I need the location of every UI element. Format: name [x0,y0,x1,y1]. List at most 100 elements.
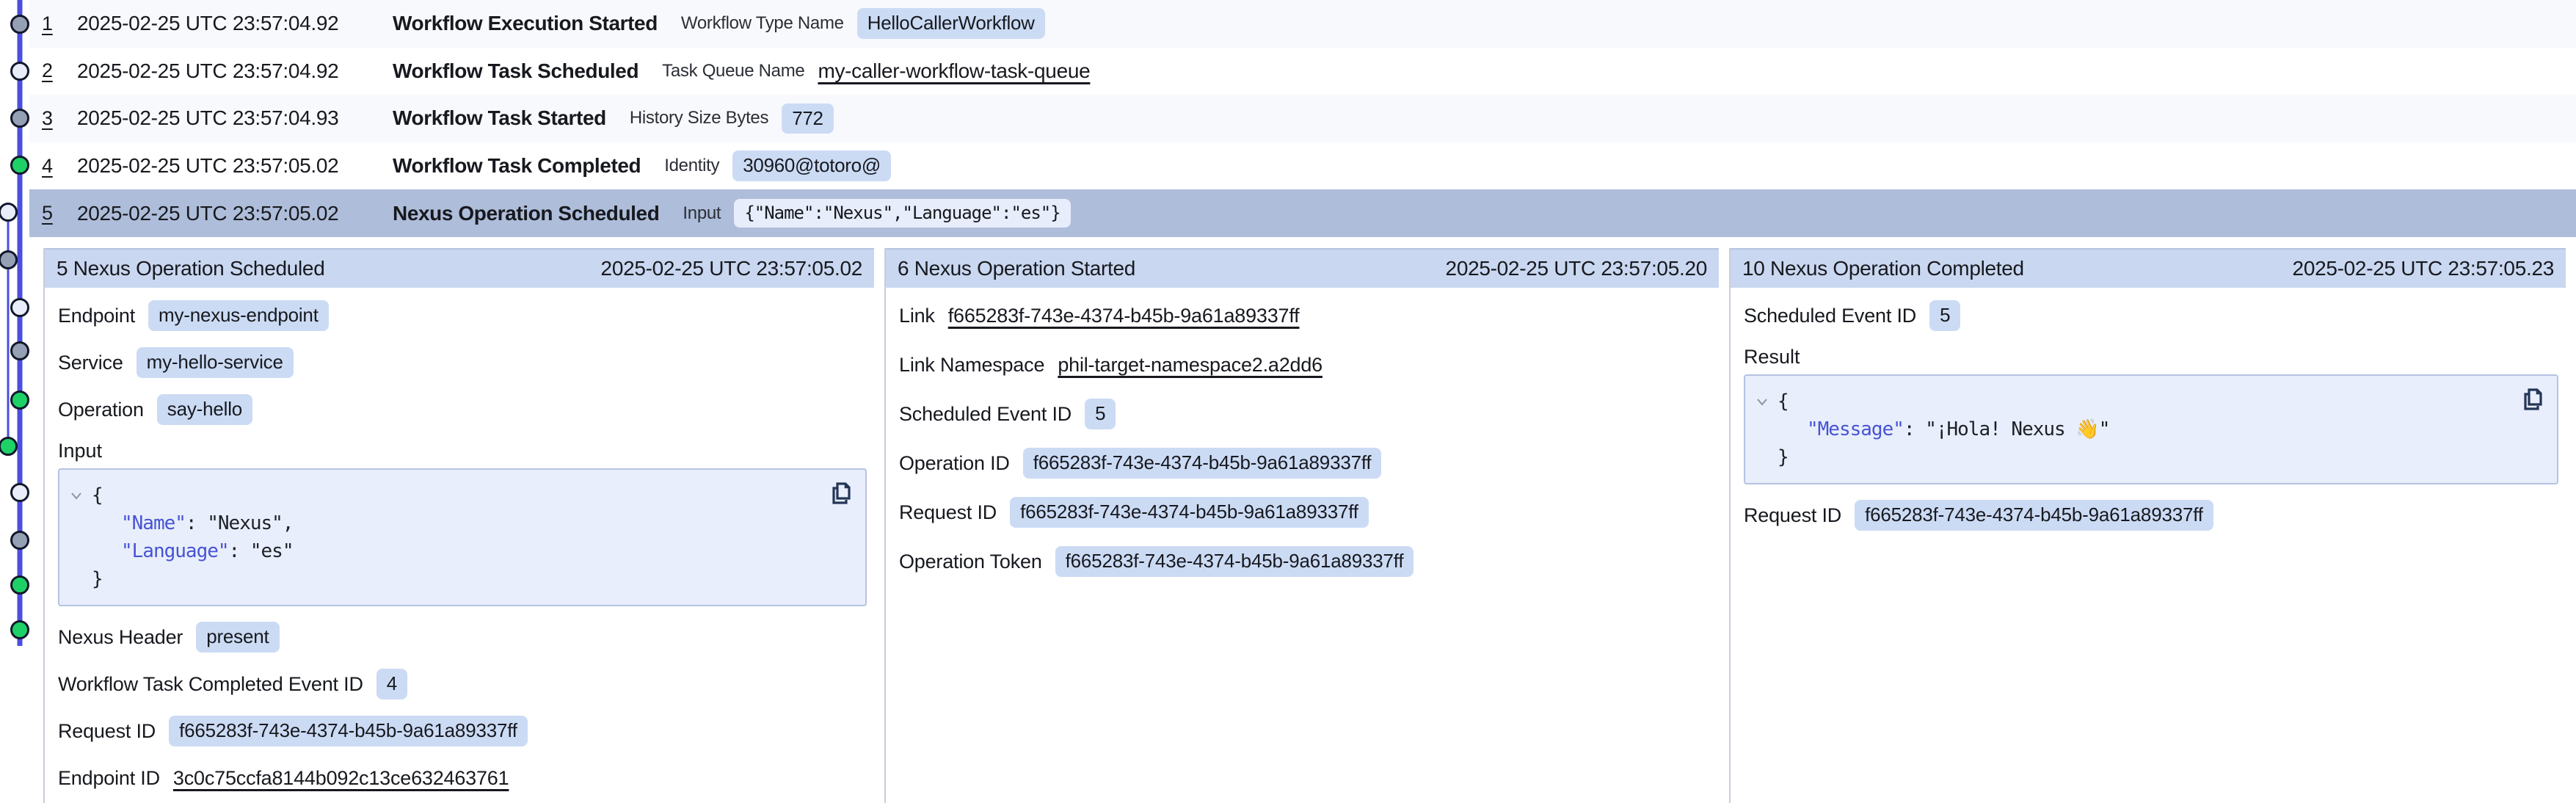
copy-button[interactable] [826,479,855,512]
field-label: Operation [58,399,144,421]
field-label: Operation ID [899,452,1010,475]
json-punctuation: { [92,484,103,506]
field-value-badge: f665283f-743e-4374-b45b-9a61a89337ff [1855,500,2213,531]
timeline-marker-gray [12,16,29,33]
event-id-link[interactable]: 1 [42,12,67,35]
field-value-badge: present [196,622,279,653]
event-attr-value-badge: {"Name":"Nexus","Language":"es"} [734,199,1070,228]
event-id-link[interactable]: 4 [42,155,67,178]
code-line: "Message": "¡Hola! Nexus 👋" [1760,415,2542,443]
timeline-marker-green [12,622,29,639]
field-value-badge: f665283f-743e-4374-b45b-9a61a89337ff [1055,546,1414,577]
detail-field: Scheduled Event ID 5 [1744,299,2558,332]
field-value-badge: 5 [1085,399,1116,429]
json-key: "Name" [121,512,186,534]
panel-timestamp: 2025-02-25 UTC 23:57:05.23 [2293,257,2554,280]
field-label: Scheduled Event ID [1744,305,1916,327]
detail-field: Endpoint ID 3c0c75ccfa8144b092c13ce632463… [58,762,867,794]
field-value-link[interactable]: 3c0c75ccfa8144b092c13ce632463761 [173,767,509,790]
timeline-marker-green [12,577,29,594]
field-label: Workflow Task Completed Event ID [58,673,363,696]
event-name: Nexus Operation Scheduled [393,202,659,225]
code-line: } [74,565,851,593]
timeline-marker-light [0,204,17,221]
field-value-link[interactable]: f665283f-743e-4374-b45b-9a61a89337ff [948,305,1300,327]
event-timeline [0,0,43,803]
event-id-link[interactable]: 3 [42,107,67,130]
timeline-marker-gray [12,110,29,127]
event-row[interactable]: 32025-02-25 UTC 23:57:04.93Workflow Task… [29,95,2576,142]
field-label: Link [899,305,935,327]
detail-field: Request ID f665283f-743e-4374-b45b-9a61a8… [899,496,1711,528]
panel-header: 5 Nexus Operation Scheduled 2025-02-25 UT… [45,248,874,288]
detail-field: Operationsay-hello [58,393,867,426]
timeline-marker-gray [12,343,29,360]
event-row[interactable]: 22025-02-25 UTC 23:57:04.92Workflow Task… [29,48,2576,95]
field-label: Link Namespace [899,354,1044,377]
panel-title: 5 Nexus Operation Scheduled [57,257,324,280]
panel-timestamp: 2025-02-25 UTC 23:57:05.02 [601,257,862,280]
field-label: Request ID [58,720,156,743]
detail-field: Endpointmy-nexus-endpoint [58,299,867,332]
event-attr-label: Task Queue Name [662,61,804,81]
field-value-link[interactable]: phil-target-namespace2.a2dd6 [1058,354,1322,377]
event-timestamp: 2025-02-25 UTC 23:57:04.92 [77,12,363,35]
field-value-badge: my-hello-service [137,347,294,378]
timeline-marker-green [0,438,17,455]
json-punctuation: } [92,568,103,590]
event-attr-value-badge: HelloCallerWorkflow [857,8,1045,39]
event-attr-label: History Size Bytes [630,108,768,128]
field-label: Nexus Header [58,626,183,649]
code-line: } [1760,443,2542,471]
event-id-link[interactable]: 5 [42,202,67,225]
event-row[interactable]: 5 2025-02-25 UTC 23:57:05.02 Nexus Operati… [29,189,2576,237]
field-label: Request ID [899,501,997,524]
event-name: Workflow Execution Started [393,12,658,35]
json-key: "Message" [1807,418,1904,440]
json-punctuation: { [1778,390,1789,413]
event-detail-panel: 6 Nexus Operation Started2025-02-25 UTC … [884,248,1729,803]
event-detail-panel: 10 Nexus Operation Completed2025-02-25 U… [1729,248,2576,803]
copy-button[interactable] [2517,385,2547,418]
field-value-badge: 5 [1929,300,1960,331]
detail-field: Workflow Task Completed Event ID4 [58,668,867,700]
json-value: : "¡Hola! Nexus 👋" [1904,418,2109,440]
event-timestamp: 2025-02-25 UTC 23:57:04.92 [77,59,363,83]
detail-field: Request IDf665283f-743e-4374-b45b-9a61a8… [58,715,867,747]
event-detail-panel: 5 Nexus Operation Scheduled 2025-02-25 UT… [43,248,884,803]
panel-content: Link f665283f-743e-4374-b45b-9a61a89337ff… [886,288,1729,578]
detail-field: Link f665283f-743e-4374-b45b-9a61a89337ff [899,299,1711,332]
json-punctuation: } [1778,446,1789,468]
event-timestamp: 2025-02-25 UTC 23:57:04.93 [77,106,363,130]
chevron-down-icon[interactable] [68,487,84,504]
event-row[interactable]: 42025-02-25 UTC 23:57:05.02Workflow Task… [29,142,2576,190]
panel-header: 6 Nexus Operation Started2025-02-25 UTC … [886,248,1719,288]
detail-field: Nexus Header present [58,621,867,653]
event-attr-label: Workflow Type Name [681,13,844,34]
field-label: Endpoint ID [58,767,160,790]
event-timestamp: 2025-02-25 UTC 23:57:05.02 [77,202,363,225]
field-label: Service [58,352,123,374]
event-history-table: 1 2025-02-25 UTC 23:57:04.92 Workflow Exec… [29,0,2576,237]
event-attr-label: Identity [664,156,719,176]
field-label: Endpoint [58,305,135,327]
detail-field: Operation Tokenf665283f-743e-4374-b45b-9… [899,545,1711,578]
json-value: : "es" [229,540,294,562]
field-label: Request ID [1744,504,1841,527]
event-detail-panels: 5 Nexus Operation Scheduled 2025-02-25 UT… [0,248,2576,803]
event-row[interactable]: 1 2025-02-25 UTC 23:57:04.92 Workflow Exec… [29,0,2576,48]
event-id-link[interactable]: 2 [42,59,67,82]
field-label: Result [1744,346,2558,367]
panel-content: Endpointmy-nexus-endpoint Service my-hello… [45,288,884,794]
field-label: Input [58,440,867,461]
field-value-badge: f665283f-743e-4374-b45b-9a61a89337ff [1010,497,1369,528]
event-attr-value-badge: 30960@totoro@ [732,150,891,181]
code-line: { [74,482,851,509]
timeline-marker-light [12,299,29,316]
event-attr-value-link[interactable]: my-caller-workflow-task-queue [818,59,1090,83]
event-timestamp: 2025-02-25 UTC 23:57:05.02 [77,154,363,178]
field-value-badge: f665283f-743e-4374-b45b-9a61a89337ff [1023,448,1382,479]
detail-field: Operation ID f665283f-743e-4374-b45b-9a61… [899,447,1711,479]
chevron-down-icon[interactable] [1754,393,1770,410]
timeline-marker-gray [0,252,17,269]
